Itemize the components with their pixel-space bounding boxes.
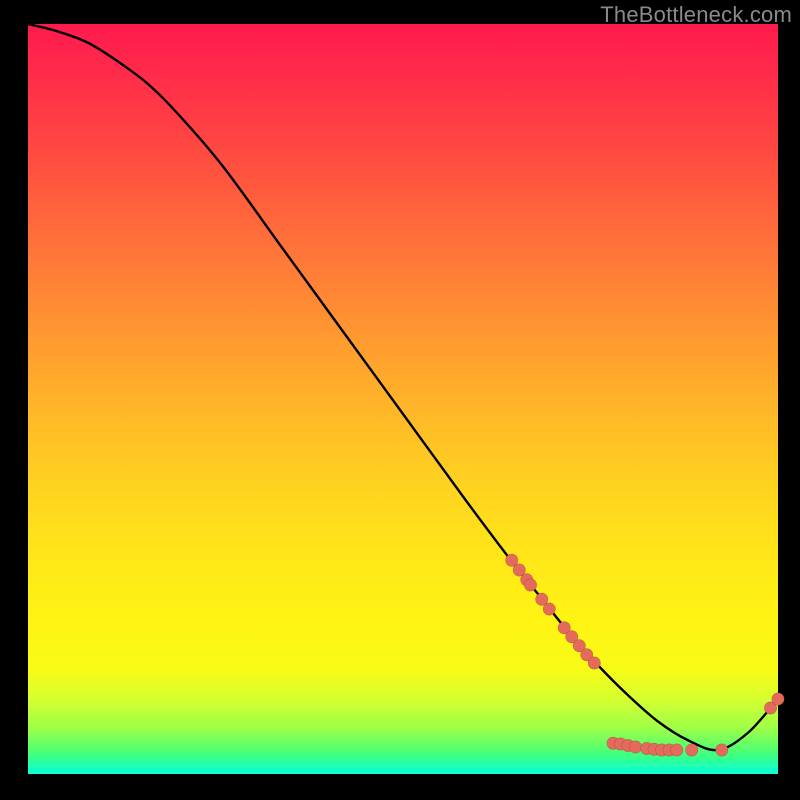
chart-frame: TheBottleneck.com xyxy=(0,0,800,800)
chart-curve xyxy=(28,24,778,750)
chart-plot-area xyxy=(28,24,778,774)
chart-data-point xyxy=(524,579,536,591)
chart-data-point xyxy=(671,744,683,756)
chart-data-point xyxy=(629,741,641,753)
chart-data-point xyxy=(543,603,555,615)
chart-data-point xyxy=(716,744,728,756)
chart-data-point xyxy=(686,744,698,756)
chart-svg xyxy=(28,24,778,774)
watermark-text: TheBottleneck.com xyxy=(600,2,792,28)
chart-data-points xyxy=(506,554,785,756)
chart-data-point xyxy=(772,693,784,705)
chart-data-point xyxy=(588,657,600,669)
